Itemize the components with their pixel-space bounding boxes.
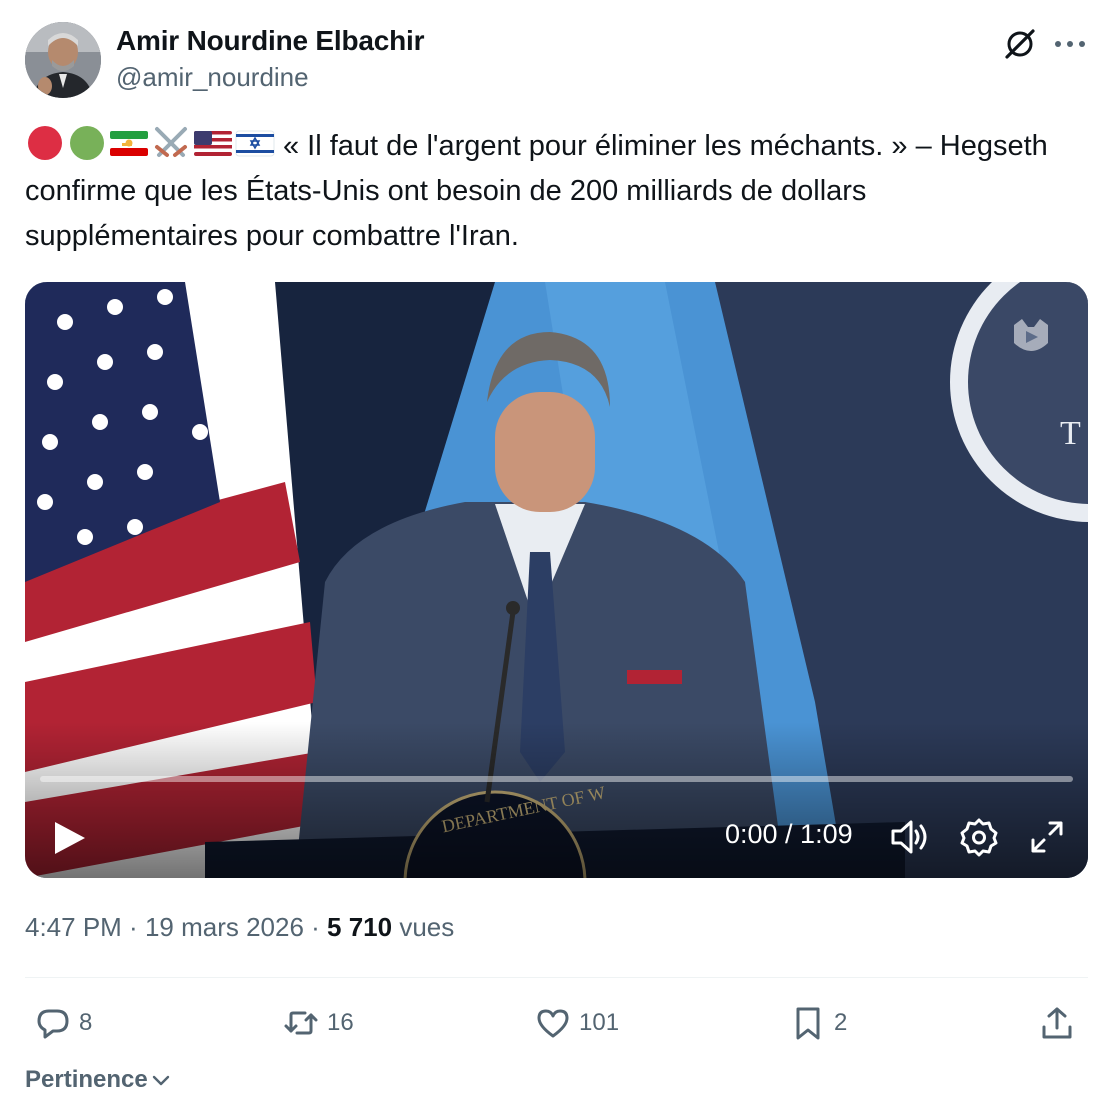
reply-button[interactable]: 8 [35,998,92,1048]
more-button[interactable] [1050,26,1090,62]
author-names: Amir Nourdine Elbachir @amir_nourdine [116,24,425,96]
avatar[interactable] [25,22,101,98]
tweet-date[interactable]: 19 mars 2026 [145,912,304,942]
volume-button[interactable] [889,817,931,857]
views-count: 5 710 [327,912,393,942]
us-flag-emoji [194,131,232,156]
video-timecode: 0:00 / 1:09 [725,819,853,849]
tweet-meta: 4:47 PM · 19 mars 2026 · 5 710 vues [25,912,454,943]
settings-gear-icon [960,818,998,857]
grok-button[interactable] [1000,26,1040,62]
tweet-text: « Il faut de l'argent pour éliminer les … [25,124,1085,259]
reply-icon [37,1009,69,1039]
crossed-swords-emoji [155,127,187,157]
red-circle-emoji [28,126,62,160]
chevron-down-icon [152,1075,169,1086]
volume-icon [891,820,927,854]
green-circle-emoji [70,126,104,160]
tweet-time[interactable]: 4:47 PM [25,912,122,942]
sort-dropdown[interactable]: Pertinence [25,1066,172,1094]
sort-label: Pertinence [25,1066,148,1093]
views-label: vues [399,912,455,942]
meta-separator-2: · [303,912,328,942]
more-dots-icon [1055,41,1085,47]
bookmark-count: 2 [834,1009,848,1036]
handle[interactable]: @amir_nourdine [116,58,424,96]
watermark-icon [1014,319,1048,351]
grok-slash-icon [1005,29,1035,59]
svg-text:T: T [1060,415,1081,452]
like-button[interactable]: 101 [535,998,619,1048]
meta-separator: · [121,912,145,942]
tweet-header: Amir Nourdine Elbachir @amir_nourdine [25,22,1090,100]
iran-lion-sun-flag-emoji [110,131,148,156]
fullscreen-button[interactable] [1027,817,1067,857]
settings-button[interactable] [959,817,999,857]
bookmark-button[interactable]: 2 [790,998,847,1048]
action-bar: 8 16 101 2 [25,998,1088,1048]
repost-icon [284,1011,318,1035]
play-icon [55,822,85,854]
fullscreen-icon [1031,821,1063,853]
heart-icon [537,1009,569,1038]
repost-count: 16 [327,1009,354,1036]
share-button[interactable] [1039,998,1075,1048]
progress-bar[interactable] [40,776,1073,782]
israel-flag-emoji [235,130,275,157]
bookmark-icon [796,1007,820,1040]
play-button[interactable] [49,818,89,858]
display-name[interactable]: Amir Nourdine Elbachir [116,24,425,58]
share-icon [1042,1007,1072,1039]
repost-button[interactable]: 16 [283,998,354,1048]
like-count: 101 [579,1009,620,1036]
divider [25,977,1088,978]
video-frame: T DEPARTMENT OF W [25,282,1088,878]
video-player[interactable]: T DEPARTMENT OF W [25,282,1088,878]
emoji-row [25,125,275,161]
reply-count: 8 [79,1009,93,1036]
